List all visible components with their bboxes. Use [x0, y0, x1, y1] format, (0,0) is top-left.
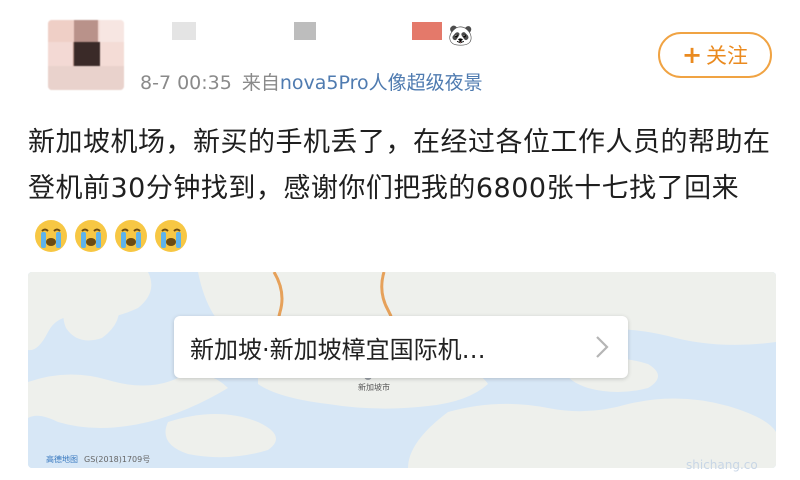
- location-card[interactable]: 新加坡·新加坡樟宜国际机…: [174, 316, 628, 378]
- post-text: 新加坡机场，新买的手机丢了，在经过各位工作人员的帮助在登机前30分钟找到，感谢你…: [28, 127, 771, 204]
- avatar[interactable]: [48, 20, 124, 90]
- chevron-right-icon: [596, 336, 609, 358]
- source-prefix: 来自: [241, 72, 280, 94]
- username-redacted[interactable]: [172, 22, 196, 40]
- emoji-row: [28, 213, 188, 259]
- post-meta: 8-7 00:35 来自nova5Pro人像超级夜景: [140, 68, 483, 95]
- crying-face-icon: [35, 220, 67, 252]
- username-redacted[interactable]: [412, 22, 442, 40]
- follow-button[interactable]: + 关注: [658, 32, 772, 78]
- post-timestamp: 8-7 00:35: [140, 72, 232, 94]
- username-redacted[interactable]: [294, 22, 316, 40]
- location-label: 新加坡·新加坡樟宜国际机…: [190, 335, 486, 364]
- follow-label: 关注: [706, 44, 749, 68]
- source-device-link[interactable]: nova5Pro人像超级夜景: [280, 72, 483, 94]
- crying-face-icon: [75, 220, 107, 252]
- crying-face-icon: [115, 220, 147, 252]
- crying-face-icon: [155, 220, 187, 252]
- post-body: 新加坡机场，新买的手机丢了，在经过各位工作人员的帮助在登机前30分钟找到，感谢你…: [28, 120, 780, 259]
- watermark: shichang.co: [686, 458, 758, 472]
- map-license: GS(2018)1709号: [84, 455, 151, 464]
- map-city-label: 新加坡市: [358, 383, 390, 392]
- map-provider: 高德地图 GS(2018)1709号: [46, 454, 150, 465]
- panda-icon: 🐼: [448, 23, 473, 47]
- map-provider-logo: 高德地图: [46, 455, 78, 464]
- plus-icon: +: [681, 41, 703, 69]
